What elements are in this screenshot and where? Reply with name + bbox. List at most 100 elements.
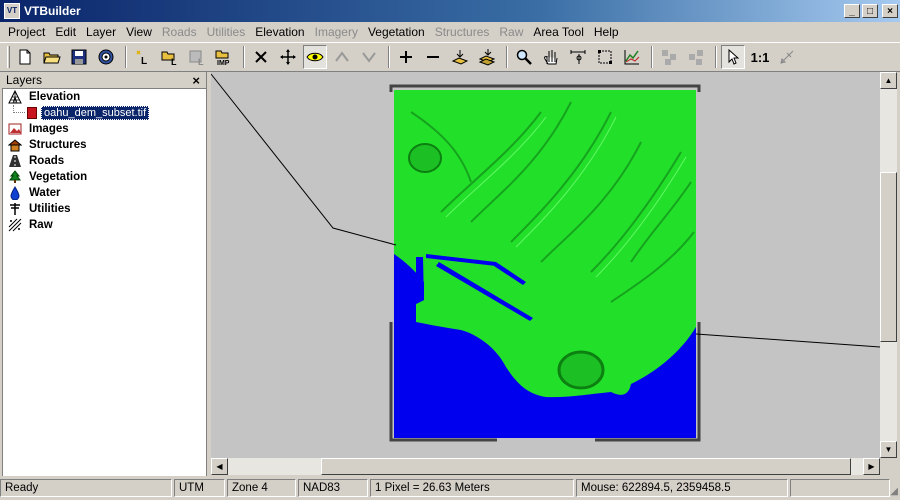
resize-grip-icon[interactable]: ◢	[890, 486, 898, 497]
instance-icon[interactable]	[775, 45, 799, 69]
hand-pan-icon[interactable]	[539, 45, 563, 69]
zoom-1to1-button[interactable]: 1:1	[748, 45, 772, 69]
layer-type-label: Roads	[29, 155, 65, 167]
menu-help[interactable]: Help	[589, 25, 624, 39]
zoom-layer-icon[interactable]	[475, 45, 499, 69]
zoom-in-icon[interactable]	[394, 45, 418, 69]
layers-panel-header: Layers ×	[0, 72, 206, 88]
horizontal-scrollbar[interactable]: ◀ ▶	[211, 458, 880, 475]
layer-tree[interactable]: Elevation oahu_dem_subset.tif Images Str…	[2, 88, 206, 476]
layer-type-elevation[interactable]: Elevation	[3, 89, 206, 105]
tree-icon	[7, 170, 23, 184]
select-arrow-icon[interactable]	[721, 45, 745, 69]
vector-line-east[interactable]	[695, 333, 880, 348]
status-projection: UTM	[174, 479, 225, 497]
status-zone: Zone 4	[227, 479, 296, 497]
layer-file-item[interactable]: oahu_dem_subset.tif	[3, 105, 206, 121]
svg-text:L: L	[198, 57, 204, 66]
main-toolbar: L L L IMP 1:1	[0, 42, 900, 72]
menu-project[interactable]: Project	[3, 25, 50, 39]
layer-type-label: Water	[29, 187, 61, 199]
layer-down-icon[interactable]	[357, 45, 381, 69]
profile-icon[interactable]	[620, 45, 644, 69]
area-box-icon[interactable]	[593, 45, 617, 69]
title-bar: VT VTBuilder _ □ ×	[0, 0, 900, 22]
delete-icon[interactable]	[249, 45, 273, 69]
open-layer-icon[interactable]: L	[158, 45, 182, 69]
new-layer-icon[interactable]: L	[131, 45, 155, 69]
vector-line[interactable]	[211, 73, 397, 246]
close-window-button[interactable]: ×	[882, 4, 898, 18]
layer-type-label: Images	[29, 123, 69, 135]
save-layer-icon[interactable]: L	[185, 45, 209, 69]
scroll-up-icon[interactable]: ▲	[880, 72, 897, 89]
toolbar-separator	[125, 46, 127, 68]
layer-up-icon[interactable]	[330, 45, 354, 69]
layer-type-structures[interactable]: Structures	[3, 137, 206, 153]
menu-edit[interactable]: Edit	[50, 25, 81, 39]
app-logo-text: VT	[6, 6, 18, 15]
images-icon	[7, 122, 23, 136]
layer-type-label: Vegetation	[29, 171, 88, 183]
diamond-head-crater	[557, 350, 605, 390]
menu-imagery[interactable]: Imagery	[310, 25, 363, 39]
svg-text:L: L	[171, 57, 177, 66]
menu-elevation[interactable]: Elevation	[250, 25, 309, 39]
crater-north	[408, 143, 442, 173]
utility-pole-icon	[7, 202, 23, 216]
show-layer-eye-icon[interactable]	[303, 45, 327, 69]
toolbar-separator	[243, 46, 245, 68]
layer-type-label: Raw	[29, 219, 53, 231]
distance-icon[interactable]	[566, 45, 590, 69]
vertical-scroll-thumb[interactable]	[880, 172, 897, 342]
app-logo-icon[interactable]: VT	[4, 3, 20, 19]
import-icon[interactable]: IMP	[212, 45, 236, 69]
layer-type-roads[interactable]: Roads	[3, 153, 206, 169]
minimize-button[interactable]: _	[844, 4, 860, 18]
layer-type-images[interactable]: Images	[3, 121, 206, 137]
options-gear-icon[interactable]	[94, 45, 118, 69]
menu-raw[interactable]: Raw	[494, 25, 528, 39]
menu-layer[interactable]: Layer	[81, 25, 121, 39]
maximize-button[interactable]: □	[862, 4, 878, 18]
zoom-out-icon[interactable]	[421, 45, 445, 69]
status-ready: Ready	[0, 479, 172, 497]
status-mouse-coords: Mouse: 622894.5, 2359458.5	[576, 479, 788, 497]
toolbar-separator	[651, 46, 653, 68]
pan-move-icon[interactable]	[276, 45, 300, 69]
layers-panel: Layers × Elevation oahu_dem_subset.tif I…	[0, 72, 207, 476]
zoom-all-icon[interactable]	[448, 45, 472, 69]
roads-icon	[7, 154, 23, 168]
layers-panel-title: Layers	[6, 73, 43, 87]
scroll-left-icon[interactable]: ◀	[211, 458, 228, 475]
menu-utilities[interactable]: Utilities	[202, 25, 251, 39]
layer-type-utilities[interactable]: Utilities	[3, 201, 206, 217]
save-project-icon[interactable]	[67, 45, 91, 69]
menu-vegetation[interactable]: Vegetation	[363, 25, 430, 39]
layer-type-water[interactable]: Water	[3, 185, 206, 201]
map-view[interactable]	[211, 72, 880, 458]
elevation-grid-icon	[7, 90, 23, 104]
menu-view[interactable]: View	[121, 25, 157, 39]
magnify-icon[interactable]	[512, 45, 536, 69]
layer-type-vegetation[interactable]: Vegetation	[3, 169, 206, 185]
dem-file-icon	[27, 107, 37, 119]
tile2-disabled-icon[interactable]	[684, 45, 708, 69]
open-project-icon[interactable]	[40, 45, 64, 69]
vertical-scrollbar[interactable]: ▲ ▼	[880, 72, 897, 458]
menu-area-tool[interactable]: Area Tool	[528, 25, 588, 39]
horizontal-scroll-thumb[interactable]	[321, 458, 851, 475]
layer-type-raw[interactable]: Raw	[3, 217, 206, 233]
water-drop-icon	[7, 186, 23, 200]
close-panel-icon[interactable]: ×	[192, 73, 200, 88]
toolbar-grip[interactable]	[7, 46, 10, 68]
scroll-corner	[880, 458, 897, 475]
menu-roads[interactable]: Roads	[157, 25, 202, 39]
scroll-right-icon[interactable]: ▶	[863, 458, 880, 475]
window-title: VTBuilder	[24, 4, 81, 18]
new-project-icon[interactable]	[13, 45, 37, 69]
scroll-down-icon[interactable]: ▼	[880, 441, 897, 458]
menu-structures[interactable]: Structures	[430, 25, 495, 39]
tile-disabled-icon[interactable]	[657, 45, 681, 69]
map-canvas[interactable]	[211, 72, 880, 458]
